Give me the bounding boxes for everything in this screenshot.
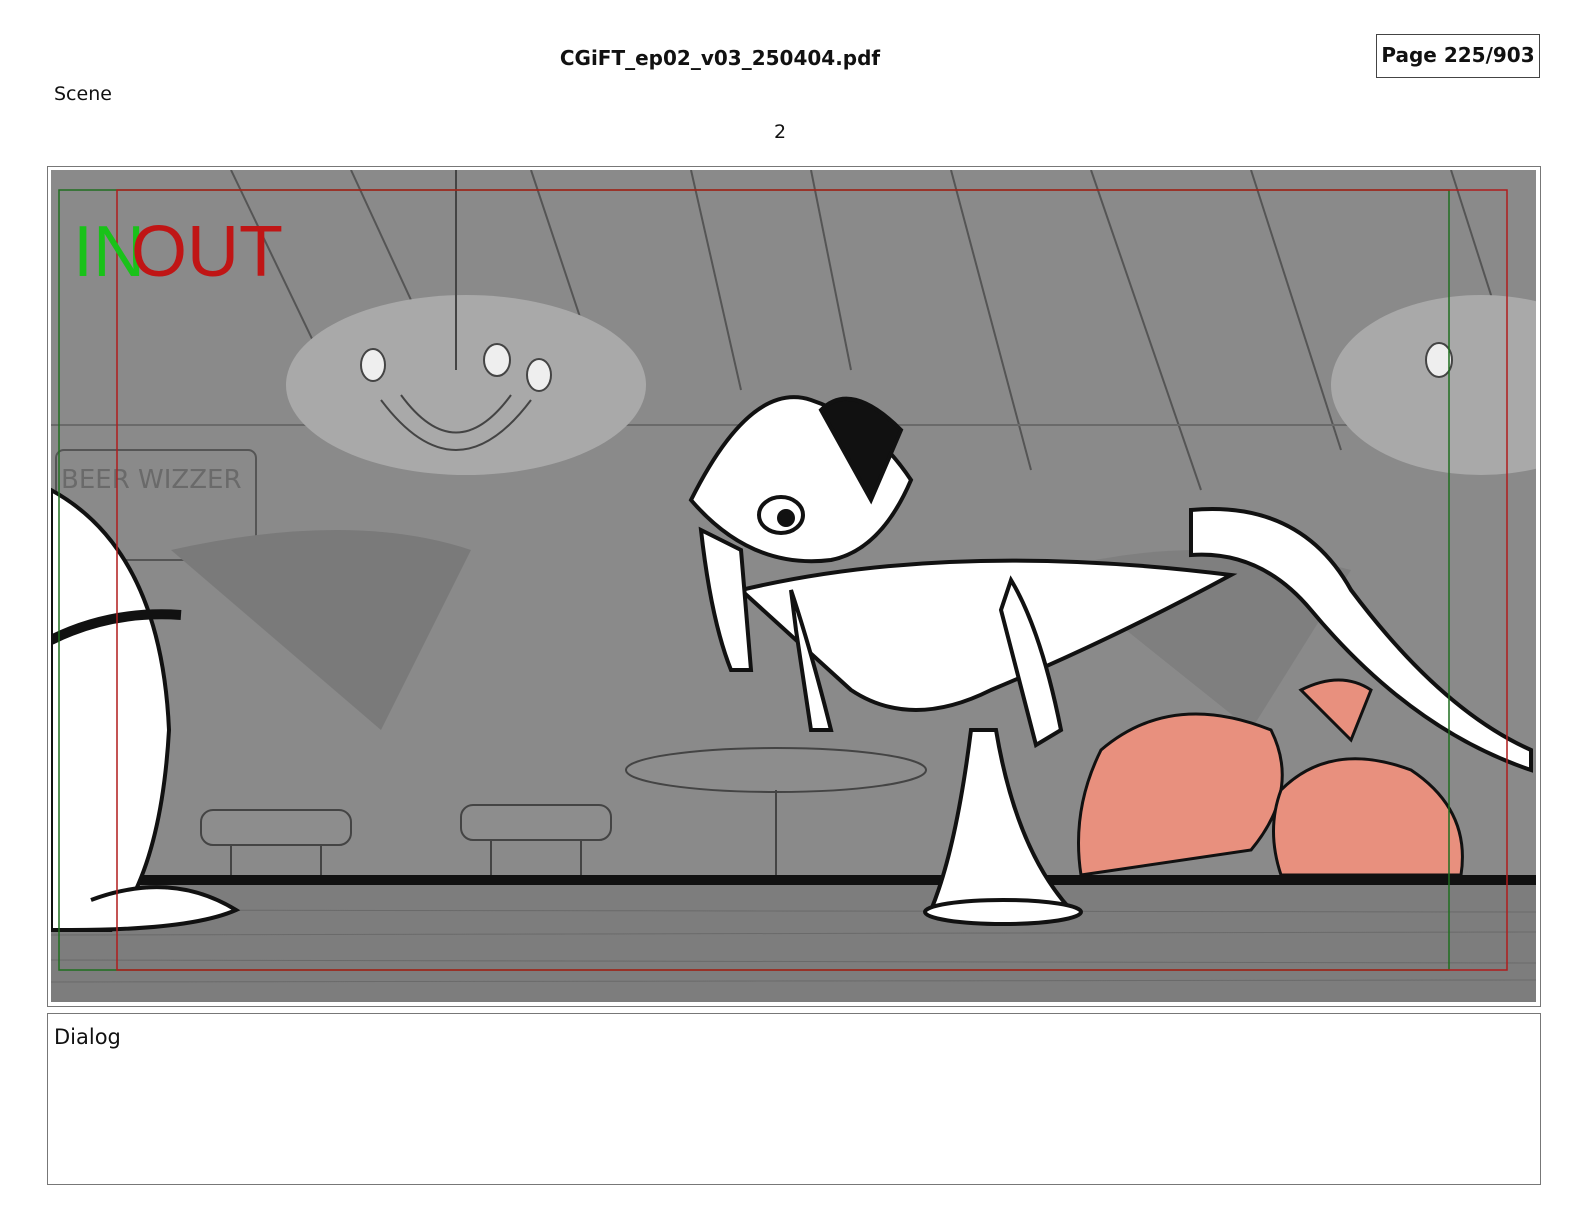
page-indicator: Page 225/903 [1376, 34, 1540, 78]
light-pool-left [286, 295, 646, 475]
bar-counter-top [51, 885, 1536, 1002]
storyboard-panel: BEER WIZZER IN OUT [47, 166, 1541, 1007]
beer-sign-text: BEER WIZZER [61, 465, 242, 495]
dialog-box: Dialog [47, 1013, 1541, 1185]
scene-number: 2 [773, 121, 787, 143]
storyboard-drawing: BEER WIZZER IN OUT [51, 170, 1536, 1002]
out-marker: OUT [131, 212, 283, 292]
document-title: CGiFT_ep02_v03_250404.pdf [559, 46, 881, 70]
dialog-label: Dialog [54, 1025, 121, 1049]
scene-label: Scene [54, 83, 112, 105]
